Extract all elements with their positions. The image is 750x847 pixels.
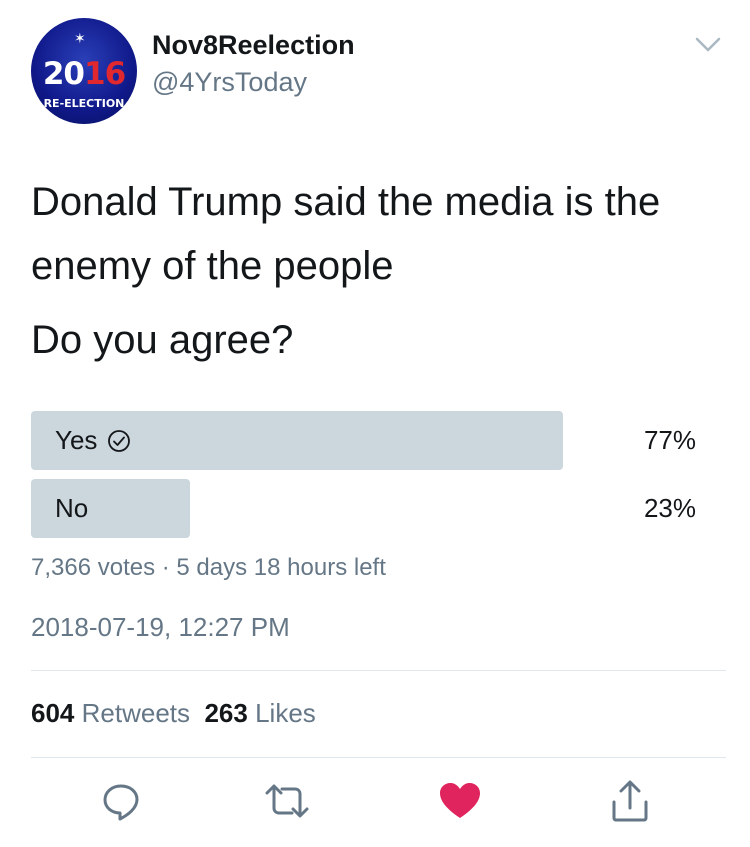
retweets-stat[interactable]: 604 Retweets [31, 698, 190, 728]
star-icon: ✶ [74, 30, 86, 46]
tweet-text: Donald Trump said the media is the enemy… [31, 170, 721, 372]
avatar-caption: RE-ELECTION [43, 97, 125, 110]
user-name[interactable]: Nov8Reelection [152, 30, 355, 61]
retweet-button[interactable] [264, 778, 310, 824]
action-bar [0, 778, 750, 828]
reply-icon [103, 784, 139, 821]
avatar-year: 2016 [42, 56, 126, 92]
share-icon [612, 780, 648, 822]
divider [31, 670, 726, 671]
poll-option-label-wrap: Yes [55, 411, 131, 470]
poll-option-percent: 23% [643, 493, 696, 523]
tweet-stats: 604 Retweets 263 Likes [31, 698, 316, 729]
like-icon [440, 783, 480, 818]
share-button[interactable] [607, 778, 653, 824]
reply-button[interactable] [98, 778, 144, 824]
retweets-label: Retweets [81, 698, 191, 728]
retweet-icon [265, 784, 309, 818]
likes-stat[interactable]: 263 Likes [204, 698, 315, 728]
check-circle-icon [108, 429, 131, 452]
poll-option-label: No [55, 493, 89, 523]
divider [31, 757, 726, 758]
like-button[interactable] [437, 778, 483, 824]
poll-meta: 7,366 votes · 5 days 18 hours left [31, 554, 386, 581]
likes-count: 263 [204, 698, 248, 728]
poll-option-percent: 77% [643, 425, 696, 455]
avatar[interactable]: ✶ 2016 RE-ELECTION [31, 18, 137, 124]
tweet-body: Donald Trump said the media is the enemy… [31, 180, 661, 288]
retweets-count: 604 [31, 698, 75, 728]
tweet-timestamp[interactable]: 2018-07-19, 12:27 PM [31, 612, 290, 643]
poll-option-label: Yes [55, 425, 98, 455]
poll-option-label-wrap: No [55, 479, 88, 538]
poll-option-yes[interactable]: Yes 77% [31, 411, 696, 470]
tweet-header: ✶ 2016 RE-ELECTION Nov8Reelection @4YrsT… [0, 0, 750, 130]
poll-option-no[interactable]: No 23% [31, 479, 696, 538]
chevron-down-icon[interactable] [695, 36, 721, 54]
likes-label: Likes [255, 698, 316, 728]
tweet-question: Do you agree? [31, 318, 294, 362]
user-handle[interactable]: @4YrsToday [152, 67, 307, 98]
